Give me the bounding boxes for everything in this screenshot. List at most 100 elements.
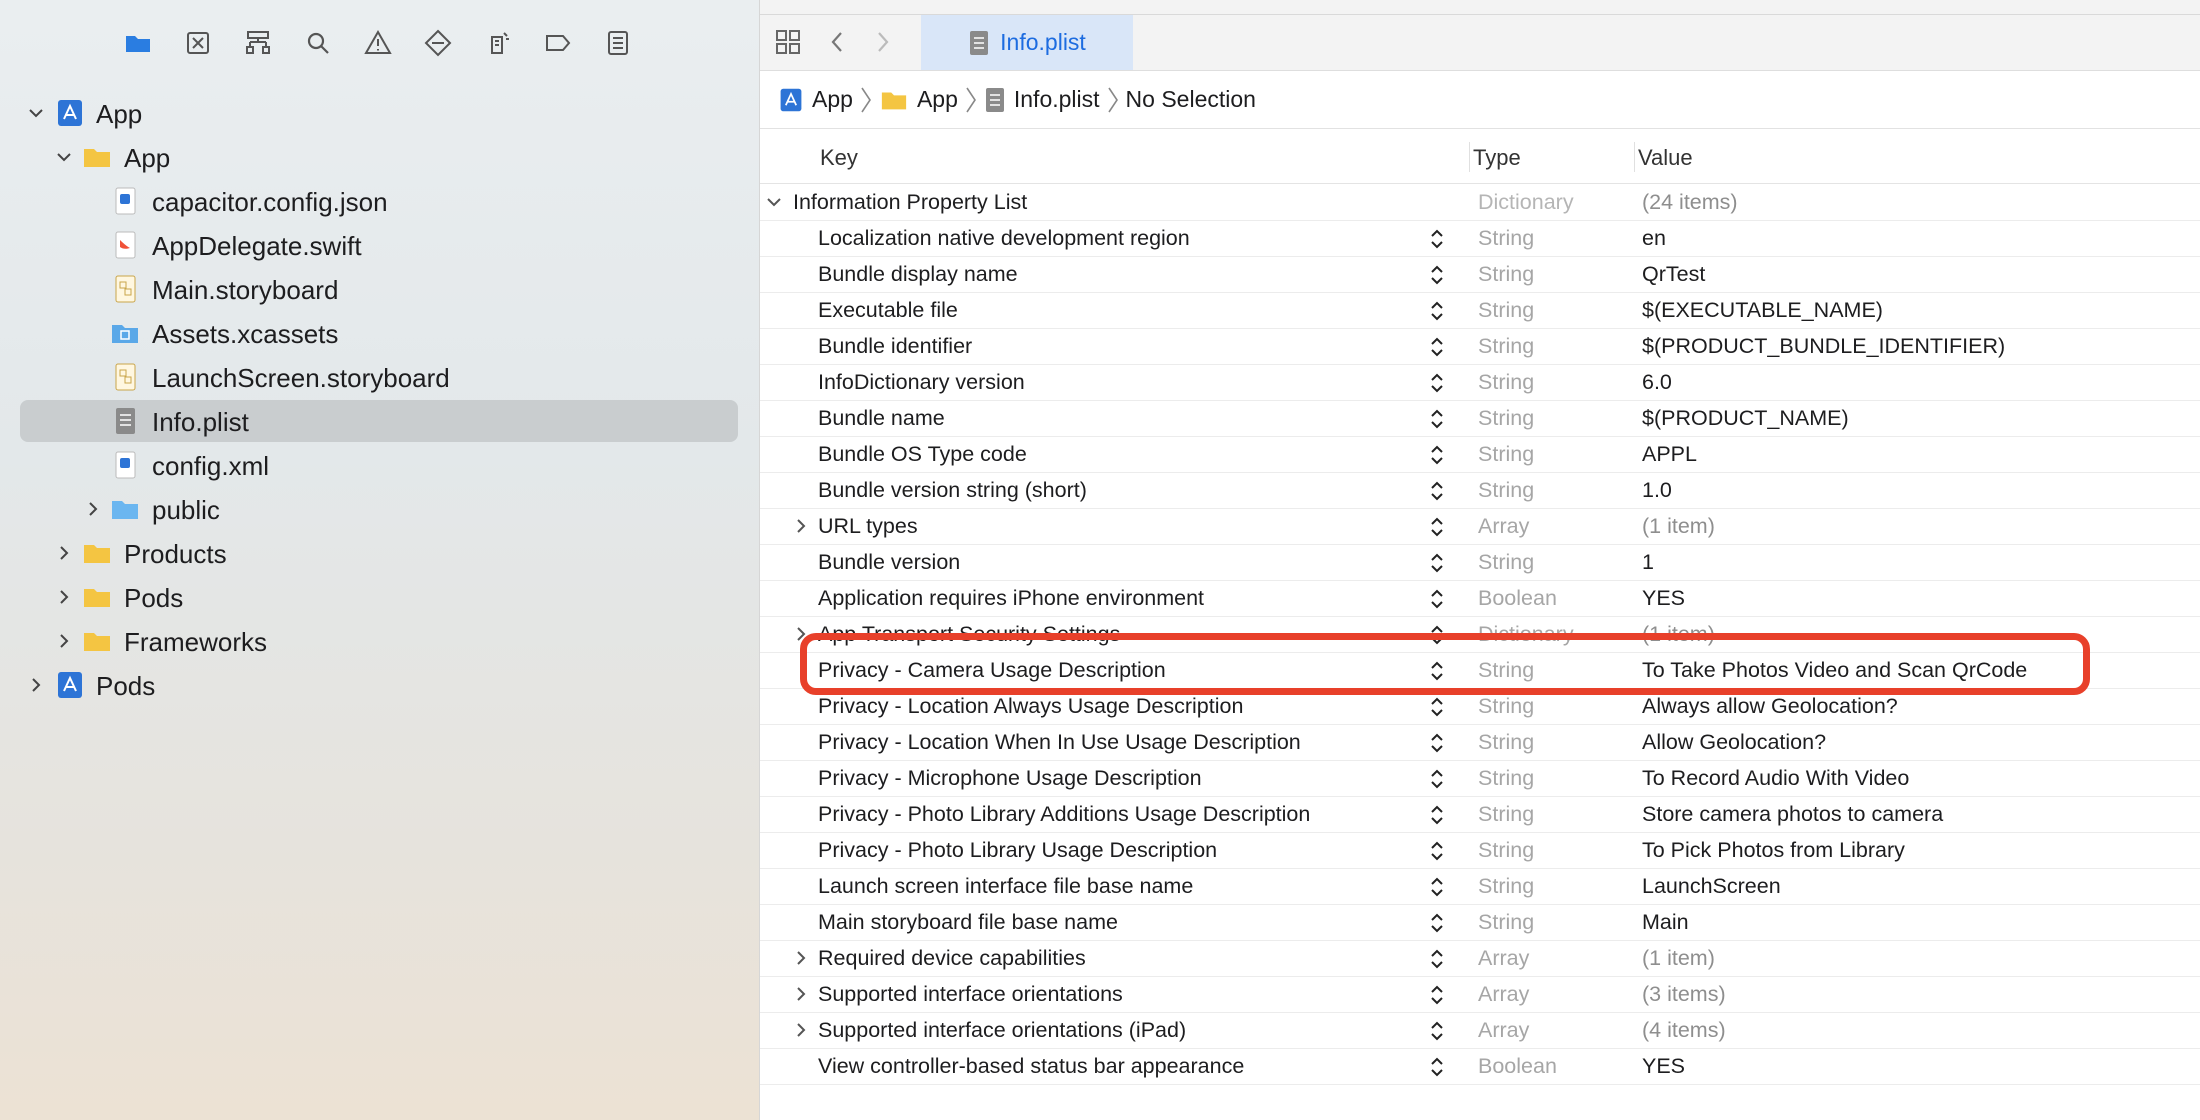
- plist-row[interactable]: Bundle version string (short) String 1.0: [760, 472, 2200, 509]
- tree-item-frameworks[interactable]: Frameworks: [0, 620, 759, 662]
- plist-value[interactable]: To Record Audio With Video: [1642, 766, 1909, 791]
- plist-value[interactable]: $(EXECUTABLE_NAME): [1642, 298, 1883, 323]
- chevron-right-icon[interactable]: [53, 630, 75, 652]
- plist-key[interactable]: Supported interface orientations (iPad): [818, 1018, 1186, 1043]
- plist-key[interactable]: Main storyboard file base name: [818, 910, 1118, 935]
- plist-type[interactable]: String: [1478, 658, 1534, 683]
- stepper-icon[interactable]: [1430, 264, 1444, 286]
- breadcrumb-item-info-plist[interactable]: Info.plist: [984, 86, 1100, 113]
- plist-key[interactable]: Privacy - Microphone Usage Description: [818, 766, 1202, 791]
- chevron-down-icon[interactable]: [765, 193, 783, 211]
- tree-item-pods-folder[interactable]: Pods: [0, 576, 759, 618]
- plist-key[interactable]: Required device capabilities: [818, 946, 1086, 971]
- plist-type[interactable]: String: [1478, 442, 1534, 467]
- column-divider[interactable]: [1634, 142, 1635, 172]
- plist-value[interactable]: 1: [1642, 550, 1654, 575]
- stepper-icon[interactable]: [1430, 300, 1444, 322]
- stepper-icon[interactable]: [1430, 1056, 1444, 1078]
- chevron-down-icon[interactable]: [25, 102, 47, 124]
- plist-value[interactable]: YES: [1642, 586, 1685, 611]
- plist-type[interactable]: String: [1478, 730, 1534, 755]
- search-icon[interactable]: [300, 25, 336, 61]
- stepper-icon[interactable]: [1430, 588, 1444, 610]
- stepper-icon[interactable]: [1430, 1020, 1444, 1042]
- plist-type[interactable]: Array: [1478, 514, 1529, 539]
- plist-row[interactable]: Launch screen interface file base name St…: [760, 868, 2200, 905]
- plist-type[interactable]: String: [1478, 874, 1534, 899]
- stepper-icon[interactable]: [1430, 660, 1444, 682]
- back-button[interactable]: [820, 24, 856, 60]
- plist-value[interactable]: (4 items): [1642, 1018, 1726, 1043]
- plist-type[interactable]: Boolean: [1478, 1054, 1557, 1079]
- tree-item-app-folder[interactable]: App: [0, 136, 759, 178]
- plist-value[interactable]: Always allow Geolocation?: [1642, 694, 1898, 719]
- plist-value[interactable]: To Take Photos Video and Scan QrCode: [1642, 658, 2027, 683]
- tab-info-plist[interactable]: Info.plist: [921, 15, 1133, 70]
- report-icon[interactable]: [600, 25, 636, 61]
- test-icon[interactable]: [420, 25, 456, 61]
- plist-type[interactable]: String: [1478, 838, 1534, 863]
- plist-key[interactable]: Privacy - Location When In Use Usage Des…: [818, 730, 1301, 755]
- tree-item-capacitor-config[interactable]: capacitor.config.json: [0, 180, 759, 222]
- plist-key[interactable]: Privacy - Location Always Usage Descript…: [818, 694, 1243, 719]
- breadcrumb-item-app-folder[interactable]: App: [879, 86, 958, 114]
- stepper-icon[interactable]: [1430, 444, 1444, 466]
- plist-key[interactable]: InfoDictionary version: [818, 370, 1025, 395]
- folder-icon[interactable]: [120, 25, 156, 61]
- hierarchy-icon[interactable]: [240, 25, 276, 61]
- plist-row[interactable]: Privacy - Camera Usage Description String…: [760, 652, 2200, 689]
- plist-value[interactable]: YES: [1642, 1054, 1685, 1079]
- plist-value[interactable]: (1 item): [1642, 946, 1715, 971]
- plist-type[interactable]: String: [1478, 298, 1534, 323]
- plist-key[interactable]: Localization native development region: [818, 226, 1190, 251]
- plist-row[interactable]: View controller-based status bar appeara…: [760, 1048, 2200, 1085]
- chevron-right-icon[interactable]: [53, 586, 75, 608]
- plist-value[interactable]: To Pick Photos from Library: [1642, 838, 1905, 863]
- source-control-icon[interactable]: [180, 25, 216, 61]
- plist-type[interactable]: String: [1478, 766, 1534, 791]
- stepper-icon[interactable]: [1430, 228, 1444, 250]
- plist-row[interactable]: Privacy - Microphone Usage Description St…: [760, 760, 2200, 797]
- plist-key[interactable]: Bundle version: [818, 550, 960, 575]
- plist-type[interactable]: String: [1478, 694, 1534, 719]
- plist-value[interactable]: $(PRODUCT_NAME): [1642, 406, 1849, 431]
- stepper-icon[interactable]: [1430, 984, 1444, 1006]
- plist-row[interactable]: Supported interface orientations Array (3 …: [760, 976, 2200, 1013]
- plist-key[interactable]: Privacy - Camera Usage Description: [818, 658, 1166, 683]
- plist-type[interactable]: Array: [1478, 982, 1529, 1007]
- plist-key[interactable]: Application requires iPhone environment: [818, 586, 1204, 611]
- chevron-right-icon[interactable]: [25, 674, 47, 696]
- stepper-icon[interactable]: [1430, 912, 1444, 934]
- stepper-icon[interactable]: [1430, 480, 1444, 502]
- plist-row[interactable]: Privacy - Photo Library Usage Descriptio…: [760, 832, 2200, 869]
- plist-row[interactable]: InfoDictionary version String 6.0: [760, 364, 2200, 401]
- plist-type[interactable]: Array: [1478, 946, 1529, 971]
- plist-type[interactable]: String: [1478, 802, 1534, 827]
- column-type-header[interactable]: Type: [1473, 145, 1521, 171]
- plist-type[interactable]: String: [1478, 226, 1534, 251]
- stepper-icon[interactable]: [1430, 948, 1444, 970]
- plist-value[interactable]: QrTest: [1642, 262, 1705, 287]
- plist-value[interactable]: Main: [1642, 910, 1689, 935]
- stepper-icon[interactable]: [1430, 804, 1444, 826]
- plist-type[interactable]: Dictionary: [1478, 622, 1574, 647]
- plist-type[interactable]: String: [1478, 910, 1534, 935]
- plist-row[interactable]: Executable file String $(EXECUTABLE_NAME): [760, 292, 2200, 329]
- plist-root-row[interactable]: Information Property List Dictionary (24…: [760, 184, 2200, 221]
- debug-icon[interactable]: [480, 25, 516, 61]
- tree-item-app-project[interactable]: App: [0, 92, 759, 134]
- tree-item-appdelegate[interactable]: AppDelegate.swift: [0, 224, 759, 266]
- stepper-icon[interactable]: [1430, 876, 1444, 898]
- plist-row[interactable]: Bundle identifier String $(PRODUCT_BUNDLE_…: [760, 328, 2200, 365]
- plist-row[interactable]: URL types Array (1 item): [760, 508, 2200, 545]
- plist-type[interactable]: Boolean: [1478, 586, 1557, 611]
- plist-row[interactable]: Application requires iPhone environment B…: [760, 580, 2200, 617]
- tree-item-config-xml[interactable]: config.xml: [0, 444, 759, 486]
- chevron-right-icon[interactable]: [53, 542, 75, 564]
- plist-type[interactable]: Array: [1478, 1018, 1529, 1043]
- chevron-right-icon[interactable]: [792, 1021, 810, 1039]
- plist-value[interactable]: (1 item): [1642, 514, 1715, 539]
- tree-item-assets[interactable]: Assets.xcassets: [0, 312, 759, 354]
- plist-row[interactable]: Bundle OS Type code String APPL: [760, 436, 2200, 473]
- plist-value[interactable]: Allow Geolocation?: [1642, 730, 1826, 755]
